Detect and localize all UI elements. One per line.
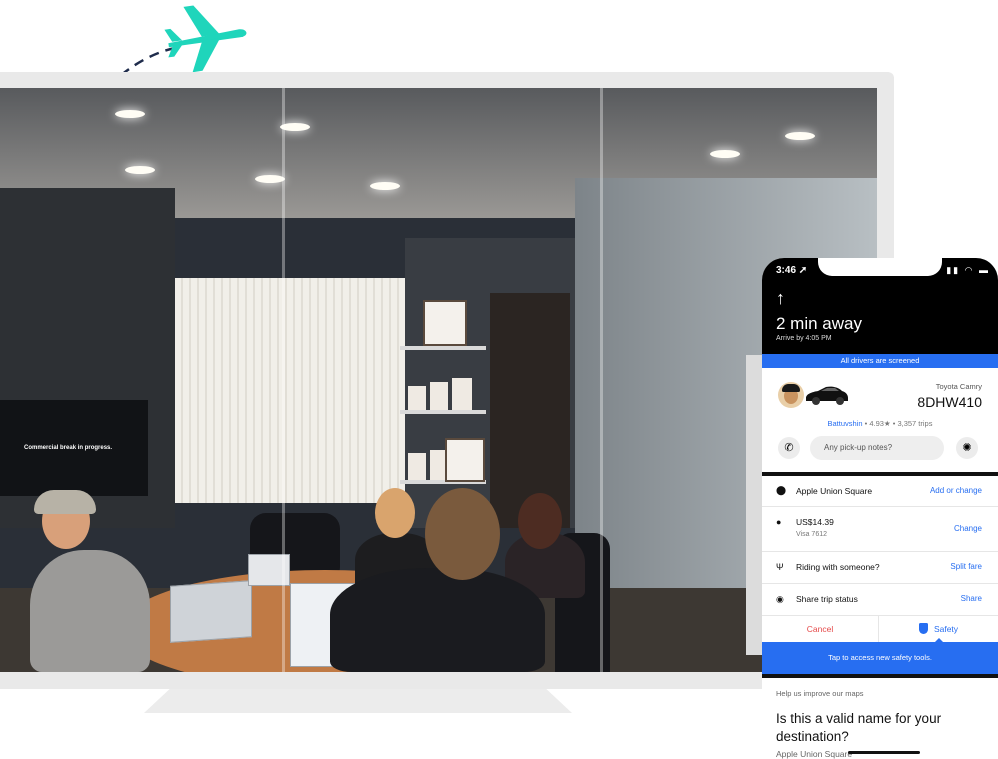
book [408, 386, 426, 410]
driver-avatar [778, 382, 804, 408]
add-or-change-link[interactable]: Add or change [930, 486, 982, 495]
screened-banner: All drivers are screened [762, 354, 998, 368]
trip-actions: Cancel Safety [762, 616, 998, 642]
safety-tools-banner[interactable]: Tap to access new safety tools. [762, 642, 998, 674]
phone-mockup: 3:46 ➚ ▮▮ ◠ ▬ ↑ 2 min away Arrive by 4:0… [762, 258, 998, 759]
person [30, 550, 150, 672]
phone-icon: ✆ [784, 442, 794, 454]
ceiling-light [125, 166, 155, 174]
pickup-notes-input[interactable]: Any pick-up notes? [810, 436, 944, 460]
shelf [400, 346, 486, 350]
split-fare-row[interactable]: Ψ Riding with someone? Split fare [762, 552, 998, 584]
book [408, 453, 426, 480]
person-head [375, 488, 415, 538]
improve-maps-label: Help us improve our maps [776, 689, 864, 698]
book [430, 382, 448, 410]
cancel-button[interactable]: Cancel [762, 616, 878, 642]
picture-frame [423, 300, 467, 346]
car-model: Toyota Camry [935, 382, 982, 391]
shield-icon [918, 623, 928, 634]
split-icon: Ψ [776, 562, 784, 572]
trip-header: 3:46 ➚ ▮▮ ◠ ▬ ↑ 2 min away Arrive by 4:0… [762, 258, 998, 354]
destination-name: Apple Union Square [776, 749, 853, 759]
person-head [425, 488, 500, 580]
home-indicator[interactable] [848, 751, 920, 754]
share-label: Share trip status [796, 594, 858, 604]
ceiling-light [115, 110, 145, 118]
shelf [400, 410, 486, 414]
beacon-button[interactable]: ✺ [956, 437, 978, 459]
payment-row[interactable]: ● US$14.39 Visa 7612 Change [762, 507, 998, 552]
driver-name[interactable]: Battuvshin [828, 419, 863, 428]
doorway [490, 293, 570, 528]
riding-label: Riding with someone? [796, 562, 880, 572]
arrow-up-icon[interactable]: ↑ [776, 288, 785, 309]
call-button[interactable]: ✆ [778, 437, 800, 459]
laptop [170, 580, 252, 643]
airplane-icon [164, 5, 247, 73]
license-plate: 8DHW410 [917, 394, 982, 410]
status-icons: ▮▮ ◠ ▬ [946, 265, 990, 275]
person-head [518, 493, 562, 549]
glass-divider [282, 88, 285, 672]
driver-rating: • 4.93★ • 3,357 trips [864, 419, 933, 428]
person-icon: ● [776, 517, 782, 527]
cap [34, 490, 96, 514]
picture-frame [445, 438, 485, 482]
location-pin-icon: ⬤ [776, 485, 787, 495]
destination-label: Apple Union Square [796, 486, 873, 496]
divider [762, 674, 998, 678]
monitor-stand [144, 689, 572, 713]
fare-amount: US$14.39 [796, 517, 834, 527]
ceiling-light [370, 182, 400, 190]
split-fare-link[interactable]: Split fare [950, 562, 982, 571]
status-time: 3:46 ➚ [776, 265, 808, 276]
ceiling-light [785, 132, 815, 140]
glass-divider [600, 88, 603, 672]
car-icon [806, 386, 848, 405]
share-link[interactable]: Share [961, 594, 982, 603]
person [330, 568, 545, 672]
change-payment-link[interactable]: Change [954, 524, 982, 533]
safety-label: Safety [933, 624, 959, 634]
book [430, 450, 446, 480]
destination-question: Is this a valid name for your destinatio… [776, 711, 942, 744]
broadcast-icon: ◉ [776, 594, 784, 604]
driver-card: Toyota Camry 8DHW410 Battuvshin • 4.93★ … [762, 368, 998, 472]
phone-notch [818, 258, 942, 276]
ceiling-light [710, 150, 740, 158]
eta-title: 2 min away [776, 314, 862, 333]
arrival-time: Arrive by 4:05 PM [776, 335, 832, 342]
payment-method: Visa 7612 [796, 531, 828, 538]
ceiling-light [255, 175, 285, 183]
sun-icon: ✺ [962, 442, 972, 454]
share-row[interactable]: ◉ Share trip status Share [762, 584, 998, 616]
wall-tv: Commercial break in progress. [0, 400, 148, 496]
destination-row[interactable]: ⬤ Apple Union Square Add or change [762, 476, 998, 507]
book [452, 378, 472, 410]
tv-caption: Commercial break in progress. [24, 445, 113, 451]
window-blinds [175, 278, 405, 503]
